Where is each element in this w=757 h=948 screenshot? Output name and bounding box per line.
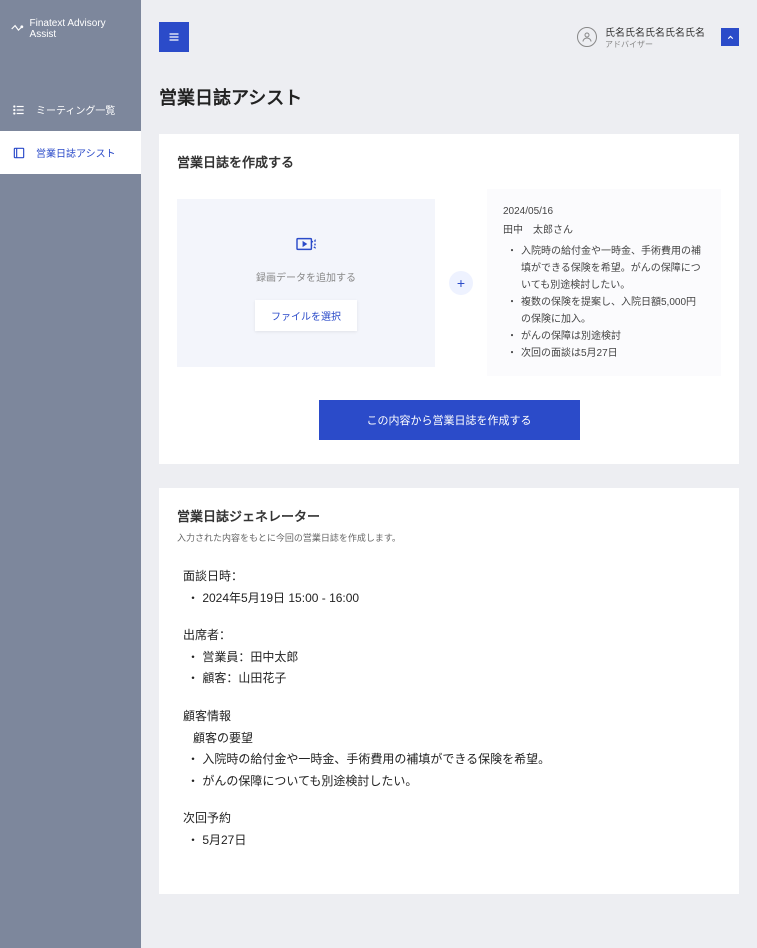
user-block: 氏名氏名氏名氏名氏名 アドバイザー <box>577 24 739 50</box>
main: 氏名氏名氏名氏名氏名 アドバイザー 営業日誌アシスト 営業日誌を作成する 録画デ… <box>141 0 757 948</box>
user-name: 氏名氏名氏名氏名氏名 <box>605 24 705 39</box>
report-label-attendees: 出席者： <box>183 625 715 647</box>
brand: Finatext Advisory Assist <box>0 0 141 58</box>
info-customer-name: 田中 太郎さん <box>503 222 705 239</box>
user-icon <box>581 31 593 43</box>
create-submit-button[interactable]: この内容から営業日誌を作成する <box>319 400 580 440</box>
info-bullet: 複数の保険を提案し、入院日額5,000円の保険に加入。 <box>511 294 705 328</box>
upload-text: 録画データを追加する <box>256 269 356 284</box>
video-icon <box>295 235 317 253</box>
report-value: ・ 5月27日 <box>183 830 715 852</box>
info-bullet: がんの保障は別途検討 <box>511 328 705 345</box>
chevron-up-icon <box>726 33 735 42</box>
nav-item-meetings[interactable]: ミーティング一覧 <box>0 88 141 131</box>
nav-label: 営業日誌アシスト <box>36 145 116 160</box>
journal-icon <box>12 146 26 160</box>
generator-subtitle: 入力された内容をもとに今回の営業日誌を作成します。 <box>177 531 721 544</box>
report-value: ・ 入院時の給付金や一時金、手術費用の補填ができる保険を希望。 <box>183 749 715 771</box>
brand-text: Finatext Advisory Assist <box>30 18 131 40</box>
info-bullet: 次回の面談は5月27日 <box>511 345 705 362</box>
report-value: ・ 営業員：田中太郎 <box>183 647 715 669</box>
report-sublabel: 顧客の要望 <box>183 728 715 750</box>
report-value: ・ 顧客：山田花子 <box>183 668 715 690</box>
report-value: ・ がんの保障についても別途検討したい。 <box>183 771 715 793</box>
nav: ミーティング一覧 営業日誌アシスト <box>0 88 141 174</box>
info-box: 2024/05/16 田中 太郎さん 入院時の給付金や一時金、手術費用の補填がで… <box>487 189 721 376</box>
report-value: ・ 2024年5月19日 15:00 - 16:00 <box>183 588 715 610</box>
upload-dropzone[interactable]: 録画データを追加する ファイルを選択 <box>177 199 435 367</box>
report-label-next: 次回予約 <box>183 808 715 830</box>
user-menu-toggle[interactable] <box>721 28 739 46</box>
menu-toggle-button[interactable] <box>159 22 189 52</box>
create-title: 営業日誌を作成する <box>177 152 721 171</box>
add-button[interactable]: + <box>449 271 473 295</box>
report-body: 面談日時： ・ 2024年5月19日 15:00 - 16:00 出席者： ・ … <box>177 558 721 876</box>
generator-title: 営業日誌ジェネレーター <box>177 506 721 525</box>
sidebar: Finatext Advisory Assist ミーティング一覧 営業日誌アシ… <box>0 0 141 948</box>
file-select-button[interactable]: ファイルを選択 <box>255 300 357 331</box>
nav-item-assist[interactable]: 営業日誌アシスト <box>0 131 141 174</box>
page-title: 営業日誌アシスト <box>159 84 739 110</box>
user-role: アドバイザー <box>605 39 705 50</box>
nav-label: ミーティング一覧 <box>36 102 115 117</box>
generator-panel: 営業日誌ジェネレーター 入力された内容をもとに今回の営業日誌を作成します。 面談… <box>159 488 739 894</box>
report-label-customer-info: 顧客情報 <box>183 706 715 728</box>
hamburger-icon <box>168 31 180 43</box>
report-label-datetime: 面談日時： <box>183 566 715 588</box>
avatar <box>577 27 597 47</box>
list-icon <box>12 103 26 117</box>
topbar: 氏名氏名氏名氏名氏名 アドバイザー <box>141 0 757 74</box>
info-bullet: 入院時の給付金や一時金、手術費用の補填ができる保険を希望。がんの保障についても別… <box>511 243 705 294</box>
info-date: 2024/05/16 <box>503 203 705 220</box>
create-panel: 営業日誌を作成する 録画データを追加する ファイルを選択 + 2024/05/1… <box>159 134 739 464</box>
info-list: 入院時の給付金や一時金、手術費用の補填ができる保険を希望。がんの保障についても別… <box>503 243 705 362</box>
brand-logo-icon <box>10 22 24 36</box>
